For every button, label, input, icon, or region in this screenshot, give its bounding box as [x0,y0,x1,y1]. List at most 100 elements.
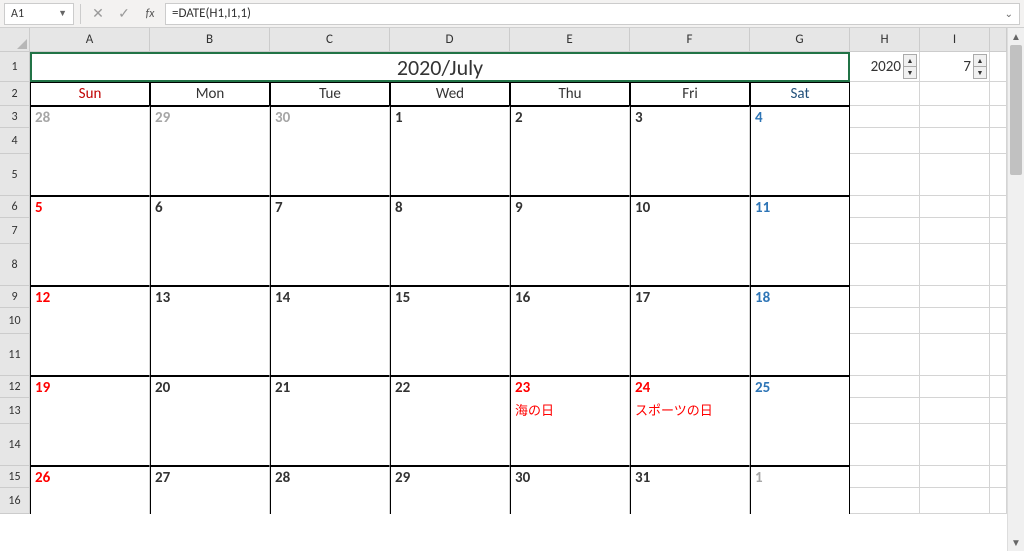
day-text[interactable] [510,218,630,244]
day-text[interactable] [30,398,150,424]
day-spacer[interactable] [510,334,630,376]
day-19[interactable]: 19 [30,376,150,398]
blank-cell[interactable] [990,52,1007,82]
blank-cell[interactable] [990,218,1007,244]
row-header-13[interactable]: 13 [0,398,30,424]
blank-cell[interactable] [850,218,920,244]
blank-cell[interactable] [850,424,920,466]
blank-cell[interactable] [920,424,990,466]
day-spacer[interactable] [390,244,510,286]
blank-cell[interactable] [850,82,920,106]
column-header-H[interactable]: H [850,28,920,52]
day-text[interactable]: 海の日 [510,398,630,424]
blank-cell[interactable] [990,244,1007,286]
blank-cell[interactable] [990,424,1007,466]
day-text[interactable] [390,218,510,244]
day-text[interactable] [750,308,850,334]
blank-cell[interactable] [850,376,920,398]
day-22[interactable]: 22 [390,376,510,398]
day-text[interactable] [30,308,150,334]
row-header-6[interactable]: 6 [0,196,30,218]
day-spacer[interactable] [30,334,150,376]
dow-mon[interactable]: Mon [150,82,270,106]
blank-cell[interactable] [850,106,920,128]
blank-cell[interactable] [990,106,1007,128]
day-spacer[interactable] [390,334,510,376]
blank-cell[interactable] [850,286,920,308]
day-text[interactable] [150,308,270,334]
blank-cell[interactable] [850,334,920,376]
row-header-11[interactable]: 11 [0,334,30,376]
day-text[interactable]: スポーツの日 [630,398,750,424]
row-header-16[interactable]: 16 [0,488,30,514]
dow-wed[interactable]: Wed [390,82,510,106]
blank-cell[interactable] [920,106,990,128]
blank-cell[interactable] [990,398,1007,424]
day-text[interactable] [750,218,850,244]
day-text[interactable] [630,488,750,514]
blank-cell[interactable] [990,286,1007,308]
day-spacer[interactable] [390,154,510,196]
day-23[interactable]: 23 [510,376,630,398]
day-text[interactable] [510,308,630,334]
day-18[interactable]: 18 [750,286,850,308]
day-spacer[interactable] [510,154,630,196]
row-header-4[interactable]: 4 [0,128,30,154]
day-28[interactable]: 28 [270,466,390,488]
day-4[interactable]: 4 [750,106,850,128]
dow-thu[interactable]: Thu [510,82,630,106]
blank-cell[interactable] [850,466,920,488]
day-spacer[interactable] [630,244,750,286]
dow-sat[interactable]: Sat [750,82,850,106]
day-31[interactable]: 31 [630,466,750,488]
day-text[interactable] [390,128,510,154]
day-20[interactable]: 20 [150,376,270,398]
vertical-scrollbar[interactable]: ▲ ▼ [1007,28,1024,551]
day-spacer[interactable] [510,244,630,286]
day-8[interactable]: 8 [390,196,510,218]
scroll-thumb[interactable] [1010,45,1022,175]
day-29[interactable]: 29 [390,466,510,488]
row-header-8[interactable]: 8 [0,244,30,286]
column-header-A[interactable]: A [30,28,150,52]
day-spacer[interactable] [750,334,850,376]
blank-cell[interactable] [990,376,1007,398]
day-26[interactable]: 26 [30,466,150,488]
day-text[interactable] [30,218,150,244]
day-spacer[interactable] [150,424,270,466]
day-text[interactable] [150,488,270,514]
day-spacer[interactable] [750,154,850,196]
blank-cell[interactable] [990,196,1007,218]
day-12[interactable]: 12 [30,286,150,308]
row-header-3[interactable]: 3 [0,106,30,128]
day-text[interactable] [630,128,750,154]
blank-cell[interactable] [920,128,990,154]
column-header-blank[interactable] [990,28,1007,52]
column-header-B[interactable]: B [150,28,270,52]
day-21[interactable]: 21 [270,376,390,398]
day-27[interactable]: 27 [150,466,270,488]
year-spinner[interactable]: 2020▲▼ [850,52,920,82]
day-7[interactable]: 7 [270,196,390,218]
month-spinner[interactable]: 7▲▼ [920,52,990,82]
day-spacer[interactable] [150,244,270,286]
day-text[interactable] [270,218,390,244]
day-17[interactable]: 17 [630,286,750,308]
day-spacer[interactable] [270,334,390,376]
spin-down-icon[interactable]: ▼ [904,67,916,78]
blank-cell[interactable] [920,218,990,244]
formula-input[interactable]: =DATE(H1,I1,1) ⌄ [165,3,1020,25]
blank-cell[interactable] [990,488,1007,514]
row-header-7[interactable]: 7 [0,218,30,244]
day-16[interactable]: 16 [510,286,630,308]
day-text[interactable] [510,488,630,514]
day-text[interactable] [750,128,850,154]
day-spacer[interactable] [510,424,630,466]
row-header-5[interactable]: 5 [0,154,30,196]
calendar-title[interactable]: 2020/July [30,52,850,82]
day-spacer[interactable] [630,154,750,196]
day-25[interactable]: 25 [750,376,850,398]
day-text[interactable] [30,128,150,154]
cancel-formula-icon[interactable]: ✕ [87,3,109,25]
day-spacer[interactable] [390,424,510,466]
